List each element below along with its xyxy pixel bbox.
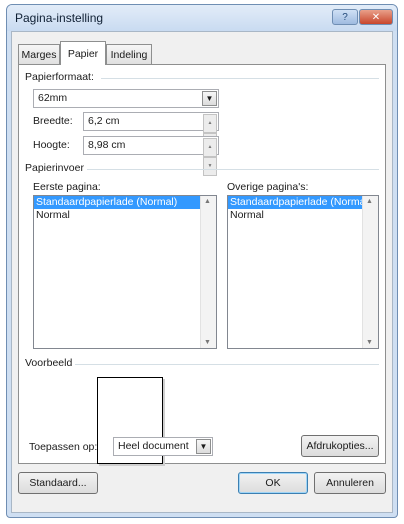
chevron-down-icon[interactable]: ▼ [202,91,217,106]
spin-down-icon[interactable]: ▼ [203,157,217,176]
group-divider [75,364,379,365]
spin-up-icon[interactable]: ▲ [203,114,217,133]
title-bar[interactable]: Pagina-instelling ? ✕ [7,5,397,31]
apply-to-label: Toepassen op: [29,441,98,453]
default-button[interactable]: Standaard... [18,472,98,494]
apply-to-value: Heel document [118,440,189,452]
tab-label: Marges [21,48,57,61]
vertical-scrollbar[interactable]: ▲ ▼ [200,196,216,348]
tab-label: Papier [67,47,99,60]
height-label: Hoogte: [33,139,70,151]
other-pages-list[interactable]: Standaardpapierlade (Normal) Normal ▲ ▼ [227,195,379,349]
width-value: 6,2 cm [88,115,120,127]
paper-format-select[interactable]: 62mm ▼ [33,89,219,108]
other-pages-label: Overige pagina's: [227,181,309,193]
default-button-label: Standaard... [29,477,87,489]
paper-format-group-label: Papierformaat: [25,71,94,83]
tab-panel-papier: Papierformaat: 62mm ▼ Breedte: 6,2 cm ▲ … [18,64,386,464]
cancel-button-label: Annuleren [326,477,374,489]
dialog-title: Pagina-instelling [15,11,104,25]
list-item[interactable]: Standaardpapierlade (Normal) [34,196,200,209]
ok-button[interactable]: OK [238,472,308,494]
width-label: Breedte: [33,115,73,127]
tab-papier[interactable]: Papier [60,41,106,65]
group-divider [87,169,379,170]
tab-label: Indeling [110,48,148,61]
paper-source-group-label: Papierinvoer [25,162,84,174]
ok-button-label: OK [265,477,281,489]
scroll-down-icon[interactable]: ▼ [366,339,373,346]
page-setup-dialog: Pagina-instelling ? ✕ Marges Papier Inde… [6,4,398,518]
list-item[interactable]: Normal [34,209,216,222]
list-item[interactable]: Normal [228,209,378,222]
scroll-down-icon[interactable]: ▼ [204,339,211,346]
tab-marges[interactable]: Marges [18,44,60,64]
cancel-button[interactable]: Annuleren [314,472,386,494]
height-spinner[interactable]: 8,98 cm ▲ ▼ [83,136,219,176]
apply-to-select[interactable]: Heel document ▼ [113,437,213,456]
spin-up-icon[interactable]: ▲ [203,138,217,157]
height-spin-buttons[interactable]: ▲ ▼ [203,138,217,176]
group-divider [101,78,379,79]
help-icon: ? [342,11,348,23]
list-item[interactable]: Standaardpapierlade (Normal) [228,196,371,209]
print-options-button[interactable]: Afdrukopties... [301,435,379,457]
close-icon: ✕ [371,11,381,23]
scroll-up-icon[interactable]: ▲ [204,198,211,205]
dialog-body: Marges Papier Indeling Papierformaat: 62… [11,31,393,513]
first-page-label: Eerste pagina: [33,181,101,193]
vertical-scrollbar[interactable]: ▲ ▼ [362,196,378,348]
height-value: 8,98 cm [88,139,126,151]
help-button[interactable]: ? [332,9,358,25]
first-page-list[interactable]: Standaardpapierlade (Normal) Normal ▲ ▼ [33,195,217,349]
paper-format-value: 62mm [38,92,68,104]
print-options-label: Afdrukopties... [306,440,374,452]
scroll-up-icon[interactable]: ▲ [366,198,373,205]
width-spin-buttons[interactable]: ▲ ▼ [203,114,217,152]
chevron-down-icon[interactable]: ▼ [196,439,211,454]
close-button[interactable]: ✕ [359,9,393,25]
width-spinner[interactable]: 6,2 cm ▲ ▼ [83,112,219,152]
preview-group-label: Voorbeeld [25,357,73,369]
tab-indeling[interactable]: Indeling [106,44,152,64]
